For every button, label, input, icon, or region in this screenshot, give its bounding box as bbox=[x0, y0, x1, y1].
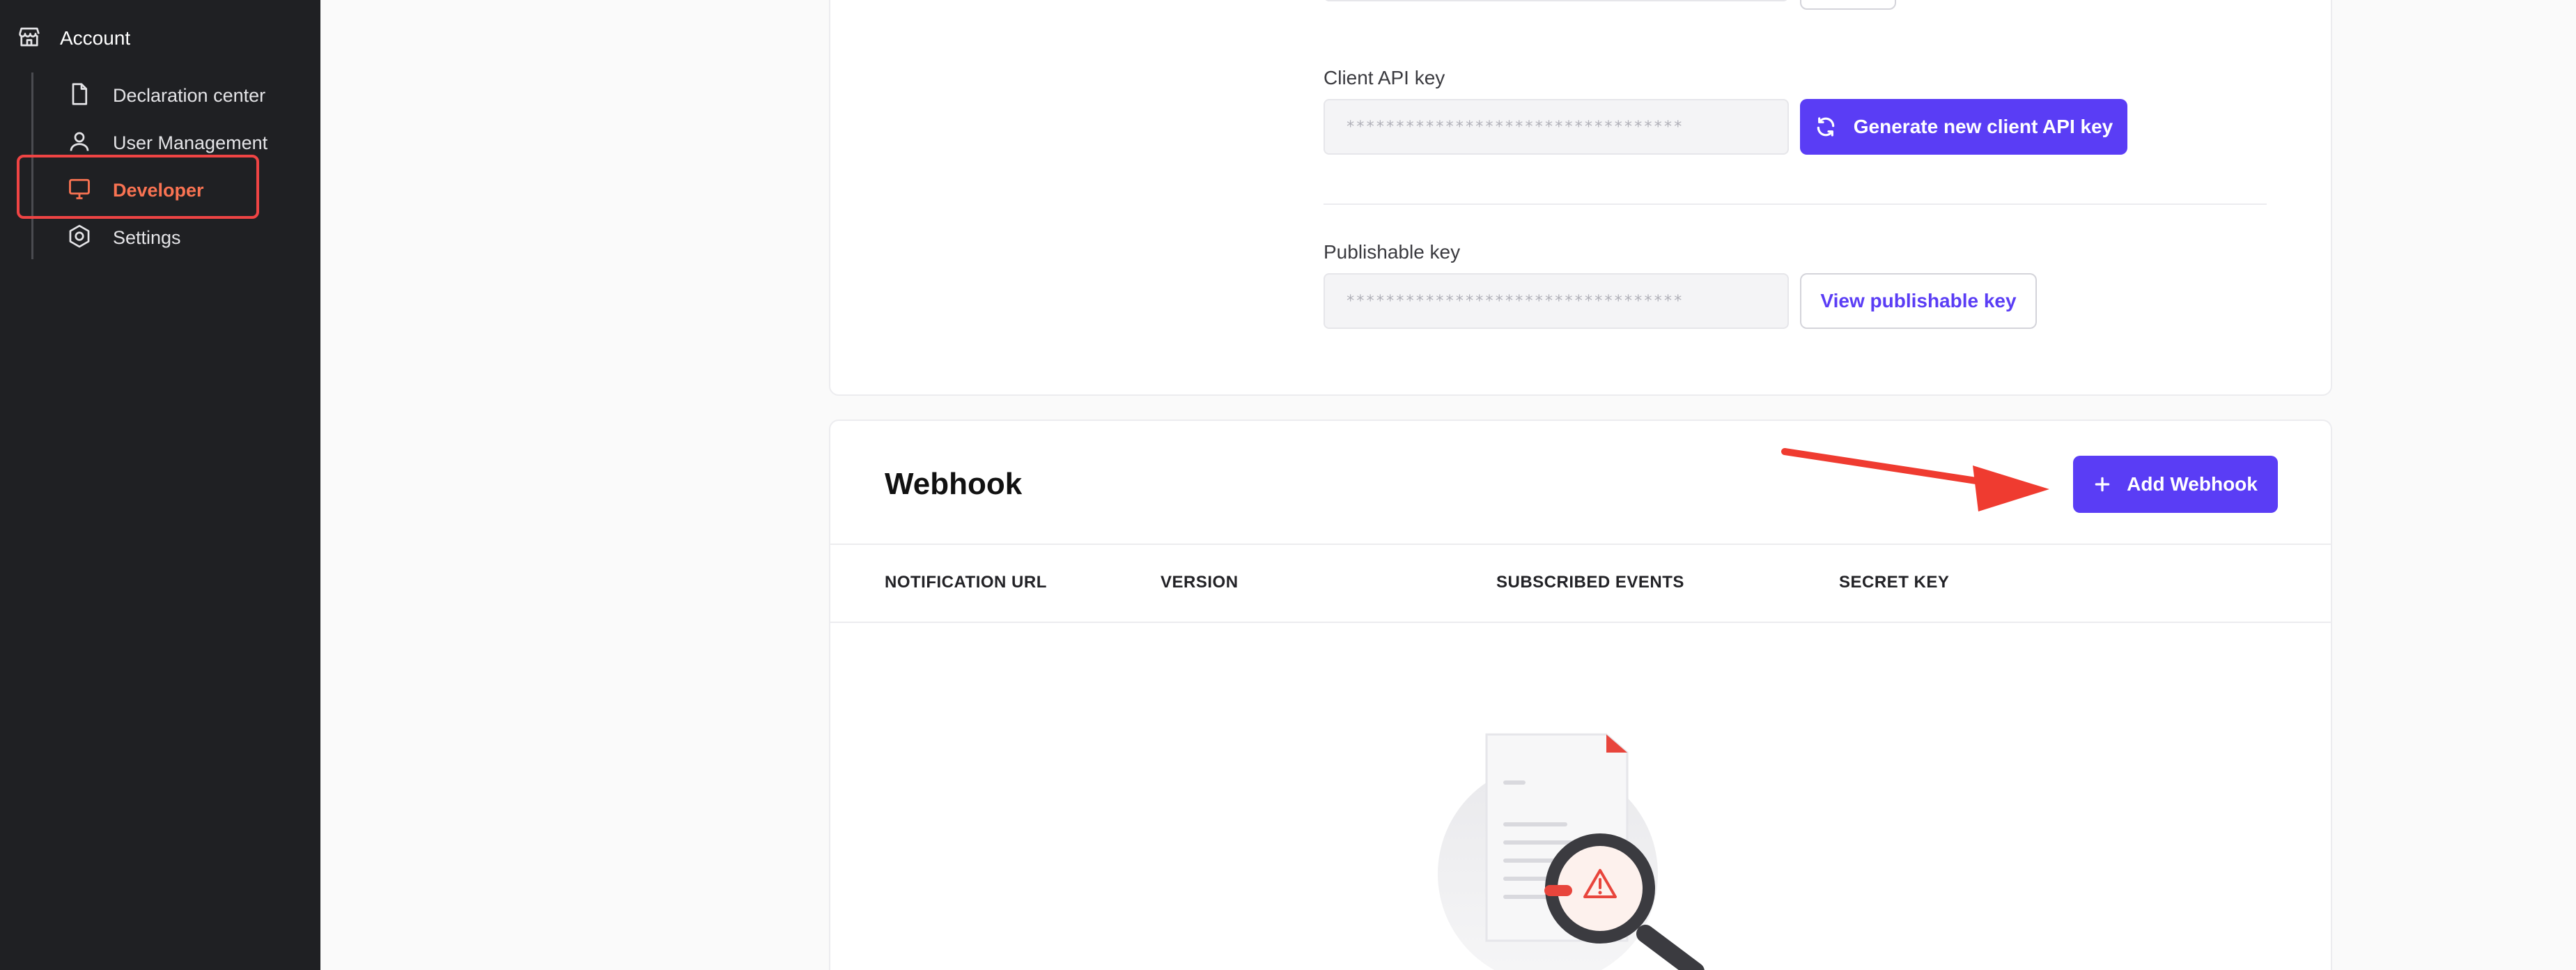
webhook-card: Webhook Add Webhook NOTIFICATION URL VER… bbox=[829, 419, 2332, 970]
sidebar: Account Declaration center User Manageme… bbox=[0, 0, 320, 970]
add-webhook-label: Add Webhook bbox=[2127, 473, 2258, 495]
sidebar-item-settings[interactable]: Settings bbox=[67, 219, 181, 256]
sidebar-item-label: User Management bbox=[113, 132, 268, 153]
add-webhook-button[interactable]: Add Webhook bbox=[2073, 456, 2278, 513]
publishable-key-label: Publishable key bbox=[1324, 241, 1461, 263]
empty-state-illustration bbox=[1438, 733, 1705, 970]
refresh-icon bbox=[1815, 116, 1837, 138]
view-publishable-key-button[interactable]: View publishable key bbox=[1800, 273, 2037, 329]
api-keys-card: Client API key *************************… bbox=[829, 0, 2332, 396]
column-header-secret-key: SECRET KEY bbox=[1839, 573, 1950, 592]
sidebar-section-label: Account bbox=[60, 27, 131, 49]
column-header-subscribed-events: SUBSCRIBED EVENTS bbox=[1496, 573, 1684, 592]
cropped-key-input[interactable] bbox=[1324, 0, 1789, 1]
cropped-button[interactable] bbox=[1800, 0, 1896, 10]
sidebar-item-declaration-center[interactable]: Declaration center bbox=[67, 77, 265, 114]
user-icon bbox=[67, 129, 92, 157]
store-icon bbox=[17, 24, 42, 53]
webhook-title: Webhook bbox=[885, 467, 1023, 501]
sidebar-item-label: Settings bbox=[113, 226, 181, 248]
sidebar-section-account[interactable]: Account bbox=[17, 21, 130, 56]
annotation-arrow bbox=[1781, 448, 2049, 511]
client-api-key-field[interactable]: ********************************** bbox=[1324, 99, 1789, 155]
column-header-notification-url: NOTIFICATION URL bbox=[885, 573, 1047, 592]
annotation-highlight-box bbox=[17, 155, 259, 219]
table-header-divider bbox=[830, 622, 2331, 623]
generate-client-api-key-button[interactable]: Generate new client API key bbox=[1800, 99, 2127, 155]
client-api-key-label: Client API key bbox=[1324, 67, 1445, 88]
webhook-header-divider bbox=[830, 544, 2331, 545]
column-header-version: VERSION bbox=[1161, 573, 1239, 592]
generate-button-label: Generate new client API key bbox=[1853, 116, 2113, 137]
document-icon bbox=[67, 82, 92, 110]
publishable-key-field[interactable]: ********************************** bbox=[1324, 273, 1789, 329]
sidebar-item-label: Declaration center bbox=[113, 84, 266, 106]
gear-icon bbox=[67, 224, 92, 252]
plus-icon bbox=[2093, 475, 2111, 493]
keys-divider bbox=[1324, 203, 2267, 205]
